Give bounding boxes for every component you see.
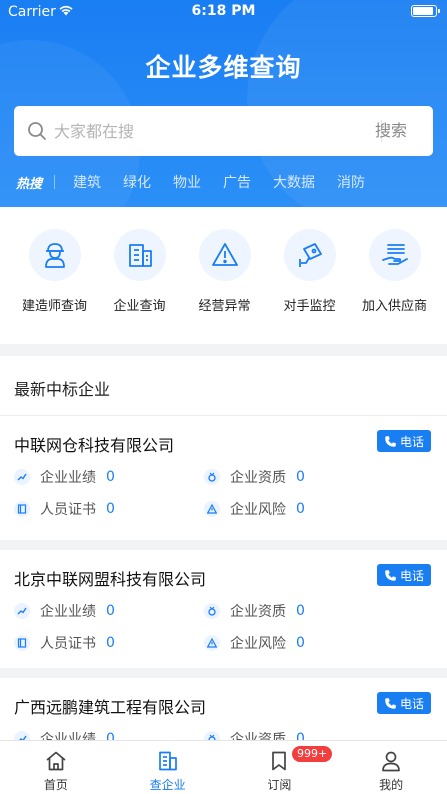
call-label: 电话	[399, 568, 424, 583]
metric-performance[interactable]: 企业业绩 0	[14, 602, 115, 620]
quick-action-label: 对手监控	[283, 299, 336, 314]
company-card[interactable]: 中联网仓科技有限公司 电话 企业业绩 0 企业资质 0 人员证书 0 企业风险 …	[0, 416, 447, 540]
hot-search-title: 热搜	[16, 176, 43, 192]
engineer-icon	[44, 243, 65, 268]
search-button[interactable]: 搜索	[367, 106, 433, 156]
metric-label: 企业资质	[230, 604, 286, 620]
tab-label: 查企业	[149, 778, 186, 792]
tab-label: 订阅	[267, 778, 292, 792]
warning-icon	[211, 243, 238, 266]
metric-value: 0	[106, 469, 115, 485]
metric-qualification[interactable]: 企业资质 0	[204, 602, 305, 620]
building-icon	[128, 244, 152, 267]
metric-certificates[interactable]: 人员证书 0	[14, 500, 115, 518]
company-name[interactable]: 北京中联网盟科技有限公司	[14, 566, 206, 590]
quick-action-engineer[interactable]: 建造师查询	[10, 229, 99, 314]
metric-label: 人员证书	[40, 636, 96, 652]
company-name[interactable]: 广西远鹏建筑工程有限公司	[14, 694, 206, 718]
warning-icon	[207, 504, 217, 514]
metric-value: 0	[106, 501, 115, 517]
hot-item-wuye[interactable]: 物业	[173, 172, 201, 192]
metric-value: 0	[106, 603, 115, 619]
search-icon	[28, 122, 46, 140]
quick-action-label: 加入供应商	[361, 299, 427, 314]
notification-badge: 999+	[292, 746, 333, 762]
hot-item-xiaofang[interactable]: 消防	[337, 172, 365, 192]
battery-icon	[411, 5, 440, 17]
hot-item-dashuju[interactable]: 大数据	[273, 172, 315, 192]
divider	[0, 540, 447, 550]
search-input[interactable]	[54, 106, 354, 156]
search-bar: 搜索	[14, 106, 433, 156]
metric-label: 人员证书	[40, 502, 96, 518]
status-bar: Carrier 6:18 PM	[0, 0, 447, 24]
hot-search-bar: 热搜 建筑 绿化 物业 广告 大数据 消防	[16, 172, 387, 192]
quick-action-monitor[interactable]: 对手监控	[265, 229, 354, 314]
hand-stack-icon	[381, 244, 408, 265]
metric-certificates[interactable]: 人员证书 0	[14, 634, 115, 652]
hot-item-lvhua[interactable]: 绿化	[123, 172, 151, 192]
quick-action-company[interactable]: 企业查询	[95, 229, 184, 314]
tab-company-search[interactable]: 查企业	[112, 741, 224, 794]
metric-value: 0	[296, 635, 305, 651]
user-icon	[382, 751, 400, 772]
metric-qualification[interactable]: 企业资质 0	[204, 468, 305, 486]
call-button[interactable]: 电话	[377, 564, 431, 586]
metric-value: 0	[296, 603, 305, 619]
bookmark-icon	[272, 751, 287, 771]
metric-value: 0	[296, 469, 305, 485]
call-label: 电话	[399, 696, 424, 711]
tab-profile[interactable]: 我的	[335, 741, 447, 794]
clock: 6:18 PM	[191, 3, 256, 19]
metric-value: 0	[106, 635, 115, 651]
metric-label: 企业风险	[230, 636, 286, 652]
metric-risk[interactable]: 企业风险 0	[204, 634, 305, 652]
certificate-icon	[17, 504, 27, 514]
tab-label: 首页	[43, 778, 68, 792]
quick-action-label: 建造师查询	[21, 299, 87, 314]
trend-icon	[17, 473, 27, 481]
latest-section: 最新中标企业 中联网仓科技有限公司 电话 企业业绩 0 企业资质 0 人员证书 …	[0, 356, 447, 794]
metric-risk[interactable]: 企业风险 0	[204, 500, 305, 518]
metric-label: 企业资质	[230, 470, 286, 486]
tab-bar: 首页 查企业 订阅 我的	[0, 740, 447, 794]
metric-value: 0	[296, 501, 305, 517]
phone-icon	[385, 435, 396, 447]
hot-item-guanggao[interactable]: 广告	[223, 172, 251, 192]
header-banner: Carrier 6:18 PM 企业多维查询 搜索 热搜 建筑 绿化 物业 广告…	[0, 0, 447, 207]
metric-label: 企业风险	[230, 502, 286, 518]
tab-label: 我的	[379, 778, 404, 792]
home-icon	[46, 751, 66, 771]
section-title: 最新中标企业	[14, 380, 111, 399]
company-name[interactable]: 中联网仓科技有限公司	[14, 432, 174, 456]
metric-performance[interactable]: 企业业绩 0	[14, 468, 115, 486]
warning-icon	[207, 638, 217, 648]
metric-label: 企业业绩	[40, 604, 96, 620]
page-title: 企业多维查询	[145, 53, 302, 82]
quick-action-abnormal[interactable]: 经营异常	[180, 229, 269, 314]
hot-item-jianzhu[interactable]: 建筑	[73, 172, 101, 192]
tab-home[interactable]: 首页	[0, 741, 112, 794]
camera-icon	[298, 243, 322, 267]
call-label: 电话	[399, 434, 424, 449]
call-button[interactable]: 电话	[377, 692, 431, 714]
medal-icon	[208, 606, 216, 616]
trend-icon	[17, 607, 27, 615]
quick-action-label: 企业查询	[113, 299, 166, 314]
quick-action-label: 经营异常	[198, 299, 251, 314]
quick-action-supplier[interactable]: 加入供应商	[350, 229, 439, 314]
hot-divider	[54, 175, 56, 189]
divider	[0, 668, 447, 678]
company-search-icon	[158, 751, 177, 771]
medal-icon	[208, 472, 216, 482]
phone-icon	[385, 569, 396, 581]
quick-actions: 建造师查询 企业查询 经营异常 对手监控 加入供应商	[0, 207, 447, 344]
company-card[interactable]: 北京中联网盟科技有限公司 电话 企业业绩 0 企业资质 0 人员证书 0 企业风…	[0, 550, 447, 668]
phone-icon	[385, 697, 396, 709]
certificate-icon	[17, 638, 27, 648]
call-button[interactable]: 电话	[377, 430, 431, 452]
metric-label: 企业业绩	[40, 470, 96, 486]
